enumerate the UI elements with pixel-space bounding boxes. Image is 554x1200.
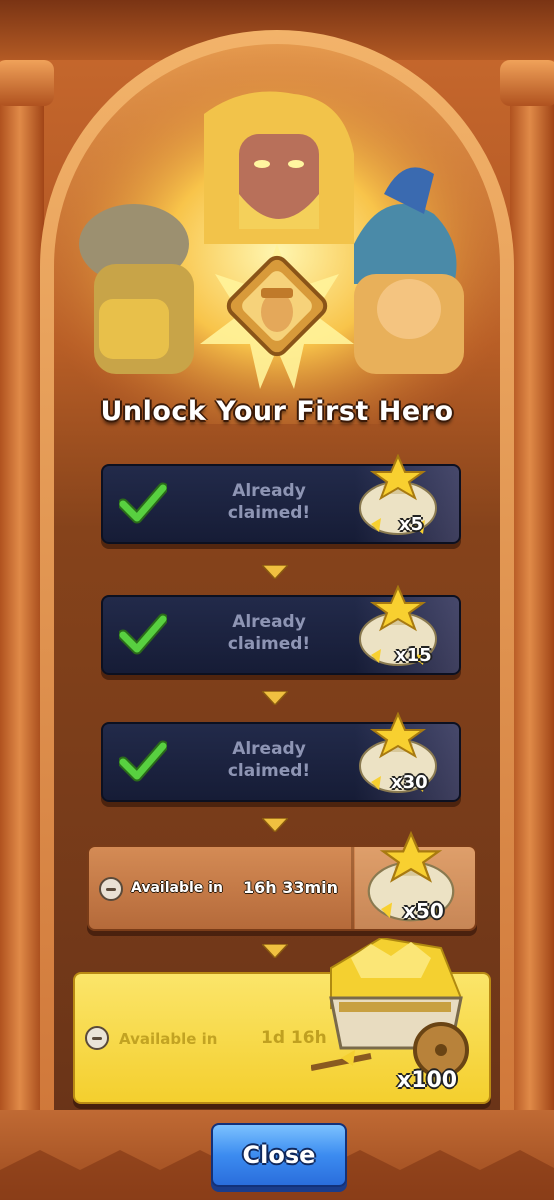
countdown-time: 16h 33min [243, 878, 339, 897]
reward-quantity: x15 [395, 645, 432, 666]
available-label: Available in [119, 1030, 218, 1048]
checkmark-icon [119, 482, 167, 524]
chevron-down-icon [262, 818, 288, 832]
page-title: Unlock Your First Hero [100, 396, 454, 427]
reward-step-3: Already claimed! x30 [101, 712, 461, 802]
checkmark-icon [119, 613, 167, 655]
left-hero-figure [79, 204, 194, 374]
reward-quantity: x100 [397, 1068, 458, 1093]
reward-step-2: Already claimed! x15 [101, 585, 461, 675]
chevron-down-icon [262, 944, 288, 958]
gold-cart-icon [311, 938, 469, 1078]
claimed-status-line1: Already [232, 481, 306, 501]
claimed-status: Already claimed! [199, 480, 339, 524]
claimed-status: Already claimed! [199, 611, 339, 655]
timer-icon [99, 877, 123, 901]
popup-frame: Unlock Your First Hero Already claimed! … [0, 0, 554, 1200]
star-bag-icon [359, 454, 437, 535]
claimed-status-line2: claimed! [227, 503, 311, 523]
chevron-down-icon [262, 565, 288, 579]
left-pillar-cap [0, 60, 54, 106]
reward-step-4[interactable]: Available in 16h 33min x50 [87, 831, 477, 931]
left-pillar [0, 70, 44, 1130]
heroes-artwork [54, 44, 500, 424]
checkmark-icon [119, 740, 167, 782]
reward-step-5[interactable]: Available in 1d 16h x100 [73, 938, 491, 1104]
claimed-status-line2: claimed! [227, 761, 311, 781]
close-button[interactable]: Close [211, 1123, 347, 1187]
claimed-status: Already claimed! [199, 738, 339, 782]
claimed-status-line1: Already [232, 612, 306, 632]
reward-quantity: x50 [403, 899, 444, 923]
right-pillar [510, 70, 554, 1130]
chevron-down-icon [262, 691, 288, 705]
reward-quantity: x30 [391, 772, 428, 793]
claimed-status-line2: claimed! [227, 634, 311, 654]
reward-step-1: Already claimed! x5 [101, 454, 461, 544]
reward-quantity: x5 [399, 514, 424, 535]
available-label: Available in [131, 880, 223, 896]
timer-icon [85, 1026, 109, 1050]
right-pillar-cap [500, 60, 554, 106]
row-divider [351, 847, 354, 929]
claimed-status-line1: Already [232, 739, 306, 759]
king-hero-figure [204, 91, 354, 244]
